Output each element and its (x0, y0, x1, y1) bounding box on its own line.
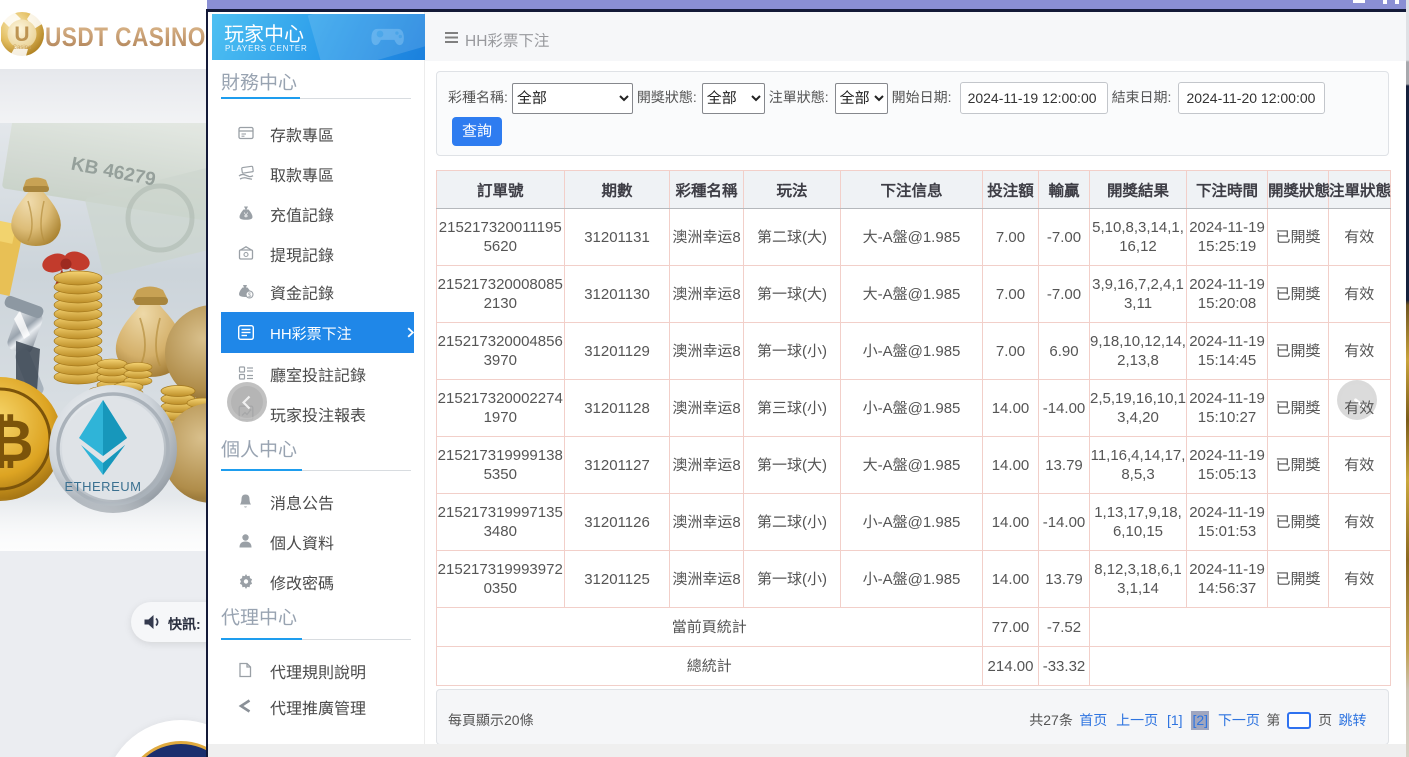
svg-text:Casino: Casino (13, 45, 32, 51)
svg-text:₿: ₿ (0, 409, 34, 474)
svg-text:ETHEREUM: ETHEREUM (65, 479, 142, 494)
svg-text:U: U (14, 23, 29, 46)
